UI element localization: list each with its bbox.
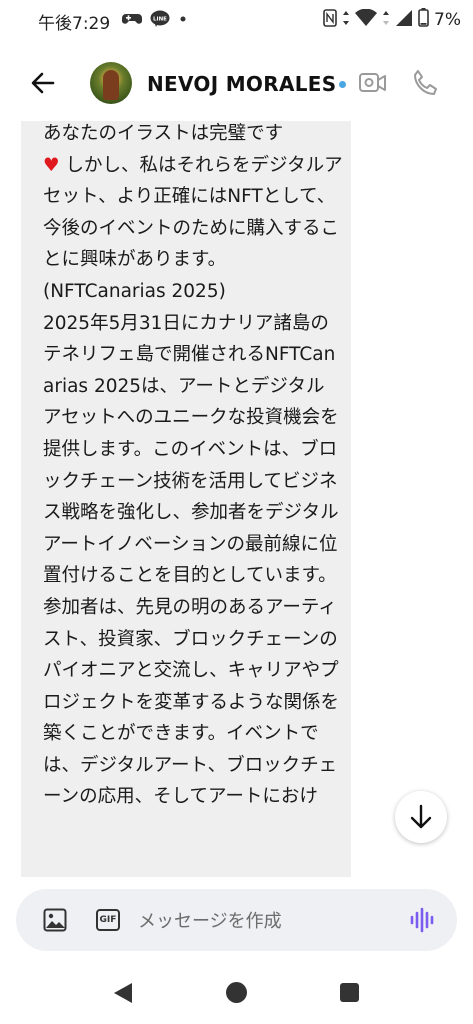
scroll-to-bottom-button[interactable]	[395, 791, 447, 843]
line-app-icon: LINE	[150, 10, 170, 28]
chat-header: NEVOJ MORALES	[0, 48, 473, 120]
image-attach-icon[interactable]	[43, 908, 67, 932]
status-time: 午後7:29	[38, 14, 111, 34]
phone-icon	[414, 70, 437, 95]
nav-recents-icon[interactable]	[340, 983, 359, 1002]
data-arrows-icon	[342, 10, 350, 30]
dot-icon	[180, 10, 186, 28]
video-call-button[interactable]	[358, 70, 388, 96]
message-text: あなたのイラストは完璧です ♥ しかし、私はそれらをデジタルアセット、より正確に…	[43, 121, 343, 813]
game-controller-icon	[122, 10, 142, 28]
nfc-icon	[323, 8, 337, 31]
nav-home-icon[interactable]	[226, 982, 247, 1003]
message-line-1: あなたのイラストは完璧です	[43, 123, 284, 144]
data-arrows-icon	[382, 10, 390, 30]
status-bar: 午後7:29 LINE 7%	[0, 0, 473, 40]
gif-button[interactable]: GIF	[96, 909, 120, 931]
video-camera-icon	[359, 73, 386, 92]
arrow-down-icon	[410, 804, 432, 829]
signal-icon	[395, 9, 413, 31]
heart-emoji-icon: ♥	[43, 154, 60, 176]
message-body: しかし、私はそれらをデジタルアセット、より正確にはNFTとして、今後のイベントの…	[43, 154, 343, 808]
back-arrow-icon[interactable]	[28, 68, 58, 98]
avatar[interactable]	[90, 62, 132, 104]
battery-percent: 7%	[434, 9, 461, 30]
message-bubble[interactable]: あなたのイラストは完璧です ♥ しかし、私はそれらをデジタルアセット、より正確に…	[21, 121, 351, 877]
message-composer: GIF メッセージを作成	[16, 889, 457, 951]
system-nav-bar	[0, 960, 473, 1024]
contact-name[interactable]: NEVOJ MORALES	[147, 72, 336, 96]
voice-call-button[interactable]	[410, 68, 440, 98]
voice-message-icon[interactable]	[410, 906, 436, 934]
nav-back-icon[interactable]	[113, 982, 133, 1008]
message-input[interactable]: メッセージを作成	[138, 907, 282, 933]
battery-icon	[418, 8, 429, 31]
svg-text:LINE: LINE	[153, 17, 167, 23]
wifi-icon	[355, 8, 378, 31]
verified-dot-icon	[339, 81, 346, 88]
